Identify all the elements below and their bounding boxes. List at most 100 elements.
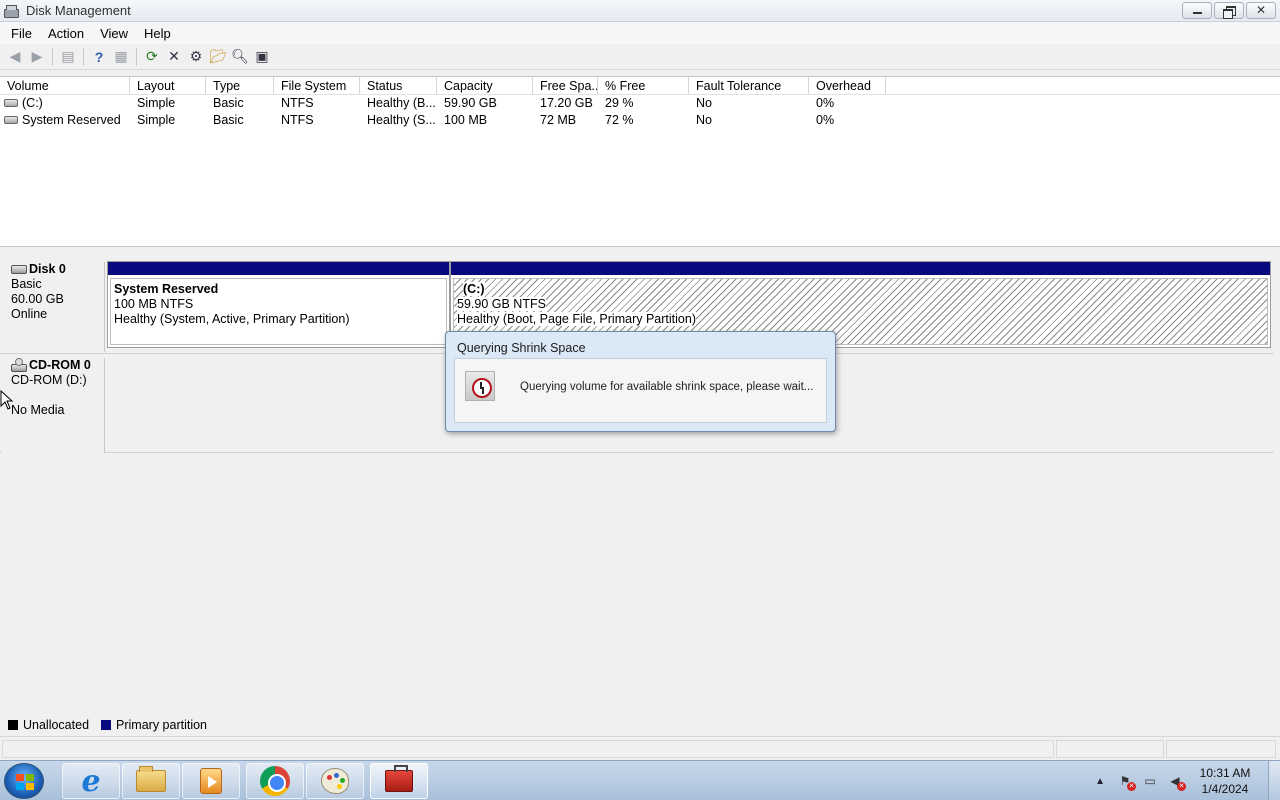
table-cell: Basic xyxy=(213,96,244,110)
column-header[interactable]: Status xyxy=(360,77,437,94)
menu-file[interactable]: File xyxy=(3,26,40,41)
status-segment xyxy=(1056,740,1164,758)
column-header[interactable]: Type xyxy=(206,77,274,94)
clock-icon xyxy=(465,371,495,401)
table-cell: No xyxy=(696,113,712,127)
partition-system-reserved[interactable]: System Reserved 100 MB NTFS Healthy (Sys… xyxy=(107,261,450,348)
table-cell: 0% xyxy=(816,113,835,127)
volume-muted-icon[interactable]: ◀ ✕ xyxy=(1167,773,1186,791)
action-center-icon[interactable]: ⚑ ✕ xyxy=(1117,773,1136,791)
help-icon[interactable]: ? xyxy=(88,46,110,68)
legend-label: Primary partition xyxy=(116,718,208,732)
media-player-icon[interactable] xyxy=(182,763,240,799)
clock-date: 1/4/2024 xyxy=(1201,782,1249,796)
toolbar-separator xyxy=(83,47,84,66)
cdrom-blank-line xyxy=(11,388,104,403)
volume-cell: (C:) xyxy=(0,95,130,112)
partition-status-wrap: Healthy (Boot, Page File, Primary Partit… xyxy=(457,312,1264,327)
legend-swatch xyxy=(101,720,112,730)
toolbox-icon xyxy=(385,765,413,792)
show-desktop-button[interactable] xyxy=(1268,761,1280,800)
dialog-body: Querying volume for available shrink spa… xyxy=(454,358,827,423)
partition-size: 59.90 GB NTFS xyxy=(457,297,546,311)
properties-icon[interactable]: ▦ xyxy=(110,46,132,68)
table-row[interactable]: System Reserved Simple Basic NTFS Health… xyxy=(0,112,1280,129)
chrome-icon[interactable] xyxy=(246,763,304,799)
column-header[interactable]: Capacity xyxy=(437,77,533,94)
partition-color-bar xyxy=(108,262,449,275)
menu-view[interactable]: View xyxy=(92,26,136,41)
column-header[interactable]: Overhead xyxy=(809,77,886,94)
disk-name: Disk 0 xyxy=(29,262,66,276)
partition-size-wrap: 59.90 GB NTFS xyxy=(457,297,1264,312)
menu-help[interactable]: Help xyxy=(136,26,179,41)
file-explorer-icon[interactable] xyxy=(122,763,180,799)
forward-icon[interactable]: ▶ xyxy=(26,46,48,68)
toolbar-separator xyxy=(136,47,137,66)
open-icon[interactable]: 📂︎ xyxy=(207,46,229,68)
disk-status: Online xyxy=(11,307,48,321)
paint-icon[interactable] xyxy=(306,763,364,799)
settings-icon[interactable]: ⚙ xyxy=(185,46,207,68)
partition-name-text: (C:) xyxy=(463,282,485,296)
window-title: Disk Management xyxy=(26,3,131,18)
table-cell: 59.90 GB xyxy=(444,96,497,110)
table-cell: Healthy (B... xyxy=(367,96,436,110)
cdrom-0-label[interactable]: CD-ROM 0 CD-ROM (D:) No Media xyxy=(2,358,105,453)
drive-icon xyxy=(4,115,18,124)
chrome-logo-icon xyxy=(260,766,290,796)
table-cell: NTFS xyxy=(281,113,314,127)
legend-label: Unallocated xyxy=(23,718,90,732)
legend-primary-partition: Primary partition xyxy=(101,718,207,732)
status-segment xyxy=(2,740,1054,758)
table-cell: 100 MB xyxy=(444,113,488,127)
console-tree-icon[interactable]: ▤ xyxy=(57,46,79,68)
column-header[interactable]: Free Spa... xyxy=(533,77,598,94)
delete-icon[interactable]: ✕ xyxy=(163,46,185,68)
disk-0-label[interactable]: Disk 0 Basic 60.00 GB Online xyxy=(2,262,105,352)
toolbar: ◀ ▶ ▤ ? ▦ ⟳ ✕ ⚙ 📂︎ 🔍︎ ▣ xyxy=(0,44,1280,70)
network-icon[interactable]: ▭ xyxy=(1142,773,1158,789)
table-cell: 0% xyxy=(816,96,835,110)
minimize-button[interactable] xyxy=(1182,2,1212,19)
disk-type: Basic xyxy=(11,277,42,291)
refresh-icon[interactable]: ⟳ xyxy=(141,46,163,68)
column-header[interactable]: Layout xyxy=(130,77,206,94)
table-cell: NTFS xyxy=(281,96,314,110)
internet-explorer-icon[interactable]: e xyxy=(62,763,120,799)
column-header[interactable]: Volume xyxy=(0,77,130,94)
help-topics-icon[interactable]: ▣ xyxy=(251,46,273,68)
querying-shrink-space-dialog: Querying Shrink Space Querying volume fo… xyxy=(445,331,836,432)
legend-swatch xyxy=(8,720,18,730)
toolbar-separator xyxy=(52,47,53,66)
hard-disk-icon xyxy=(11,265,27,274)
table-cell: 29 % xyxy=(605,96,634,110)
cdrom-drive-letter: CD-ROM (D:) xyxy=(11,373,87,387)
dialog-message: Querying volume for available shrink spa… xyxy=(520,381,814,393)
taskbar-clock[interactable]: 10:31 AM 1/4/2024 xyxy=(1192,765,1258,797)
legend-unallocated: Unallocated xyxy=(8,718,89,732)
table-row[interactable]: (C:) Simple Basic NTFS Healthy (B... 59.… xyxy=(0,95,1280,112)
partition-name: (C:) xyxy=(457,282,1264,297)
dialog-title: Querying Shrink Space xyxy=(457,341,586,355)
search-icon[interactable]: 🔍︎ xyxy=(229,46,251,68)
column-header[interactable]: Fault Tolerance xyxy=(689,77,809,94)
disk-0-name: Disk 0 xyxy=(11,262,104,277)
disk-management-icon xyxy=(3,4,19,18)
column-header[interactable]: File System xyxy=(274,77,360,94)
show-hidden-icons-icon[interactable]: ▲ xyxy=(1095,776,1105,787)
computer-management-icon[interactable] xyxy=(370,763,428,799)
ie-glyph: e xyxy=(81,763,101,799)
table-cell: Simple xyxy=(137,96,176,110)
close-button[interactable]: ✕ xyxy=(1246,2,1276,19)
cdrom-media-status: No Media xyxy=(11,403,65,417)
play-icon xyxy=(200,768,222,794)
column-header[interactable]: % Free xyxy=(598,77,689,94)
clock-time: 10:31 AM xyxy=(1199,766,1251,780)
back-icon[interactable]: ◀ xyxy=(4,46,26,68)
partition-details: System Reserved 100 MB NTFS Healthy (Sys… xyxy=(110,278,447,345)
mouse-cursor-icon xyxy=(0,390,14,410)
restore-button[interactable] xyxy=(1214,2,1244,19)
start-button[interactable] xyxy=(4,763,44,799)
menu-action[interactable]: Action xyxy=(40,26,92,41)
